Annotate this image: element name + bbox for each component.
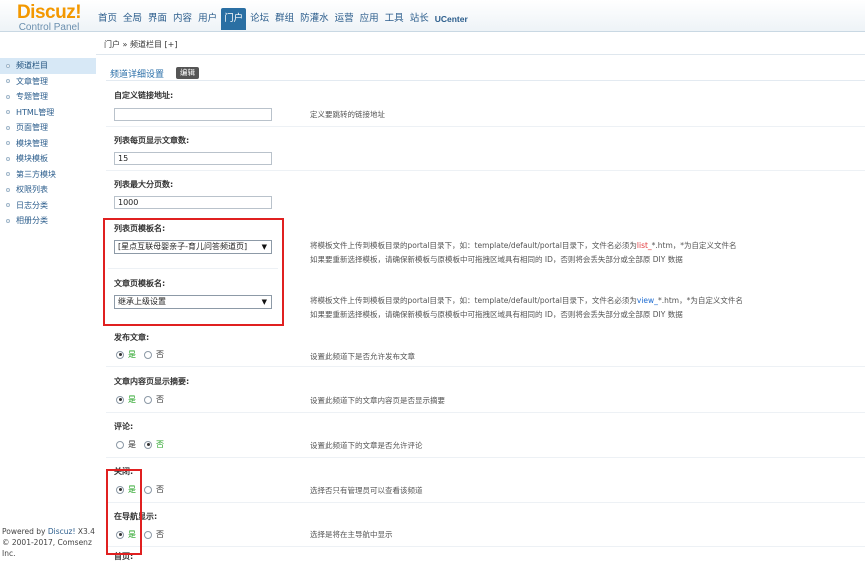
divider — [106, 457, 865, 458]
summary-label: 文章内容页显示摘要: — [114, 377, 190, 386]
divider — [106, 126, 865, 127]
publish-yes-radio[interactable] — [116, 350, 124, 359]
bullet-icon — [6, 187, 10, 192]
list-template-warning: 如果要重新选择模板，请确保新模板与原模板中可拖拽区域具有相同的 ID，否则将会丢… — [310, 255, 683, 264]
summary-radio-group: 是 否 — [116, 394, 172, 405]
nav-display-no-radio[interactable] — [144, 530, 152, 539]
nav-portal[interactable]: 门户 — [221, 8, 247, 30]
summary-yes-radio[interactable] — [116, 395, 124, 404]
nav-global[interactable]: 全局 — [121, 8, 144, 30]
publish-no-radio[interactable] — [144, 350, 152, 359]
summary-no-radio[interactable] — [144, 395, 152, 404]
page-title: 频道详细设置 — [110, 69, 165, 80]
nav-content[interactable]: 内容 — [171, 8, 194, 30]
bullet-icon — [6, 94, 10, 99]
sidebar-item-block-templates[interactable]: 模块模板 — [0, 151, 96, 167]
list-template-tip: 将模板文件上传到模板目录的portal目录下，如：template/defaul… — [310, 241, 737, 250]
nav-apps[interactable]: 应用 — [358, 8, 381, 30]
breadcrumb-bar: 门户 » 频道栏目 [+] — [96, 33, 865, 55]
logo-subtitle: Control Panel — [18, 22, 80, 33]
publish-label: 发布文章: — [114, 333, 150, 342]
comment-label: 评论: — [114, 422, 134, 431]
comment-radio-group: 是 否 — [116, 439, 164, 450]
bullet-icon — [6, 79, 10, 83]
nav-forum[interactable]: 论坛 — [248, 8, 271, 30]
custom-link-label: 自定义链接地址: — [114, 91, 174, 100]
sidebar-item-channels[interactable]: 频道栏目 — [0, 58, 96, 74]
bullet-icon — [6, 203, 10, 207]
bullet-icon — [6, 218, 10, 223]
nav-display-tip: 选择是将在主导航中显示 — [310, 530, 393, 539]
divider — [106, 80, 865, 81]
nav-style[interactable]: 界面 — [146, 8, 169, 30]
max-pages-input[interactable]: 1000 — [114, 196, 272, 209]
nav-users[interactable]: 用户 — [196, 8, 219, 30]
summary-tip: 设置此频道下的文章内容页是否显示摘要 — [310, 396, 445, 405]
publish-tip: 设置此频道下是否允许发布文章 — [310, 352, 415, 361]
sidebar-footer: Powered by Discuz! X3.4 © 2001-2017, Com… — [2, 526, 96, 559]
divider — [106, 502, 865, 503]
bullet-icon — [6, 141, 10, 145]
bullet-icon — [6, 156, 10, 161]
max-pages-label: 列表最大分页数: — [114, 180, 174, 189]
nav-webmaster[interactable]: 站长 — [408, 8, 431, 30]
comment-no-radio[interactable] — [144, 440, 152, 449]
bullet-icon — [6, 63, 10, 68]
sidebar-item-permissions[interactable]: 权限列表 — [0, 182, 96, 198]
logo-brand: Discuz! — [16, 2, 82, 23]
custom-link-input[interactable] — [114, 108, 272, 121]
comment-tip: 设置此频道下的文章是否允许评论 — [310, 441, 423, 450]
sidebar-item-album-categories[interactable]: 相册分类 — [0, 213, 96, 229]
divider — [106, 366, 865, 367]
copyright: © 2001-2017, Comsenz Inc. — [2, 538, 92, 558]
sidebar: 频道栏目 文章管理 专题管理 HTML管理 页面管理 模块管理 模块模板 第三方… — [0, 58, 96, 559]
bullet-icon — [6, 172, 10, 176]
custom-link-tip: 定义要跳转的链接地址 — [310, 110, 385, 119]
bullet-icon — [6, 110, 10, 114]
highlight-box — [103, 218, 284, 326]
nav-tools[interactable]: 工具 — [383, 8, 406, 30]
sidebar-item-pages[interactable]: 页面管理 — [0, 120, 96, 136]
sidebar-item-third-party[interactable]: 第三方模块 — [0, 167, 96, 183]
article-template-warning: 如果要重新选择模板，请确保新模板与原模板中可拖拽区域具有相同的 ID，否则将会丢… — [310, 310, 683, 319]
nav-antispam[interactable]: 防灌水 — [298, 8, 331, 30]
bullet-icon — [6, 125, 10, 130]
per-page-input[interactable]: 15 — [114, 152, 272, 165]
highlight-box — [106, 469, 142, 555]
main-content: 频道详细设置 编辑 自定义链接地址: 定义要跳转的链接地址 列表每页显示文章数:… — [96, 56, 865, 561]
article-template-tip: 将模板文件上传到模板目录的portal目录下，如：template/defaul… — [310, 296, 743, 305]
sidebar-item-articles[interactable]: 文章管理 — [0, 74, 96, 90]
nav-ucenter[interactable]: UCenter — [433, 8, 470, 30]
edit-button[interactable]: 编辑 — [176, 67, 200, 79]
divider — [106, 170, 865, 171]
sidebar-item-blocks[interactable]: 模块管理 — [0, 136, 96, 152]
breadcrumb[interactable]: 门户 » 频道栏目 [+] — [104, 39, 177, 50]
discuz-link[interactable]: Discuz! — [48, 527, 76, 536]
logo[interactable]: Discuz! Control Panel — [10, 2, 88, 33]
closed-no-radio[interactable] — [144, 485, 152, 494]
top-nav: 首页 全局 界面 内容 用户 门户 论坛 群组 防灌水 运营 应用 工具 站长 … — [96, 8, 472, 30]
header: Discuz! Control Panel 首页 全局 界面 内容 用户 门户 … — [0, 0, 865, 33]
publish-radio-group: 是 否 — [116, 349, 172, 360]
comment-yes-radio[interactable] — [116, 440, 124, 449]
per-page-label: 列表每页显示文章数: — [114, 136, 190, 145]
sidebar-item-topics[interactable]: 专题管理 — [0, 89, 96, 105]
section-header: 频道详细设置 编辑 — [110, 66, 200, 80]
nav-group[interactable]: 群组 — [273, 8, 296, 30]
nav-home[interactable]: 首页 — [96, 8, 119, 30]
closed-tip: 选择否只有管理员可以查看该频道 — [310, 486, 423, 495]
sidebar-item-blog-categories[interactable]: 日志分类 — [0, 198, 96, 214]
divider — [106, 412, 865, 413]
sidebar-item-html[interactable]: HTML管理 — [0, 105, 96, 121]
divider — [106, 546, 865, 547]
nav-operation[interactable]: 运营 — [333, 8, 356, 30]
powered-by: Powered by Discuz! X3.4 — [2, 527, 95, 536]
